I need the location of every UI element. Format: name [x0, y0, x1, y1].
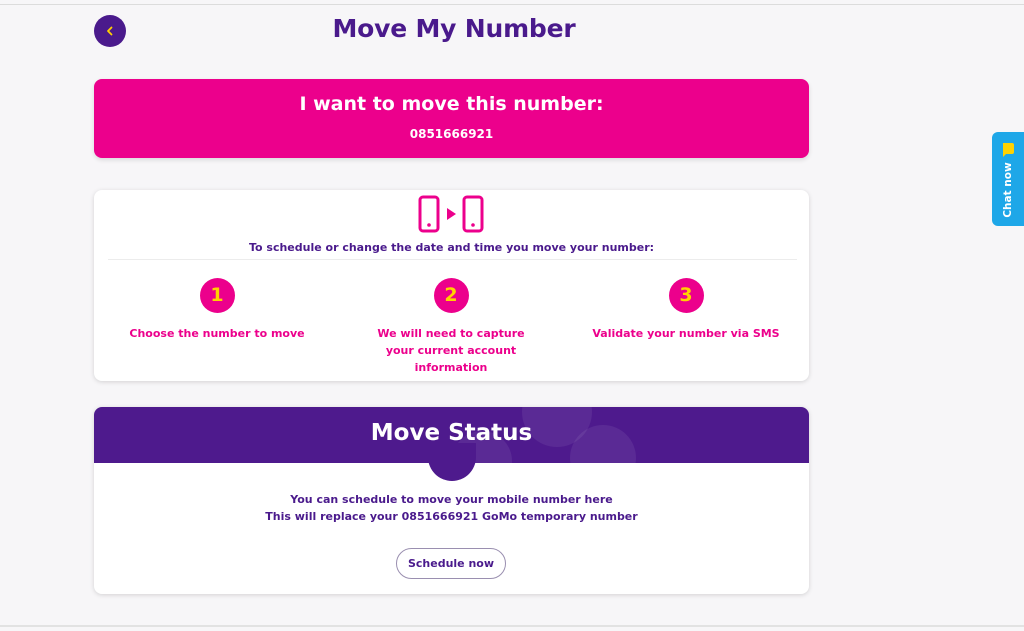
- number-card-heading: I want to move this number:: [299, 93, 604, 115]
- status-line-1: You can schedule to move your mobile num…: [290, 493, 613, 506]
- chat-now-tab[interactable]: Chat now: [992, 132, 1024, 226]
- step-number-badge: 2: [433, 278, 469, 313]
- page-title: Move My Number: [332, 14, 576, 43]
- phone-transfer-icon: [418, 195, 484, 233]
- chat-now-label: Chat now: [1002, 162, 1014, 218]
- step-label: Validate your number via SMS: [592, 327, 780, 340]
- status-description: You can schedule to move your mobile num…: [94, 491, 809, 525]
- bottom-divider: [0, 625, 1024, 627]
- steps-divider: [108, 259, 797, 260]
- step-1: 1 Choose the number to move: [97, 278, 337, 342]
- step-number-badge: 1: [199, 278, 235, 313]
- status-header-notch: [428, 443, 476, 481]
- steps-card: To schedule or change the date and time …: [94, 190, 809, 381]
- step-2: 2 We will need to capture your current a…: [331, 278, 571, 376]
- step-label: We will need to capture your current acc…: [377, 327, 525, 374]
- number-card: I want to move this number: 0851666921: [94, 79, 809, 158]
- schedule-now-button[interactable]: Schedule now: [396, 548, 506, 579]
- phone-number: 0851666921: [409, 127, 494, 141]
- chat-bubble-icon: [1003, 143, 1014, 157]
- step-number-badge: 3: [668, 278, 704, 313]
- move-status-card: Move Status You can schedule to move you…: [94, 407, 809, 594]
- steps-intro: To schedule or change the date and time …: [248, 241, 655, 254]
- top-divider: [0, 4, 1024, 5]
- status-line-2: This will replace your 0851666921 GoMo t…: [265, 510, 638, 523]
- step-label: Choose the number to move: [129, 327, 305, 340]
- step-3: 3 Validate your number via SMS: [566, 278, 806, 342]
